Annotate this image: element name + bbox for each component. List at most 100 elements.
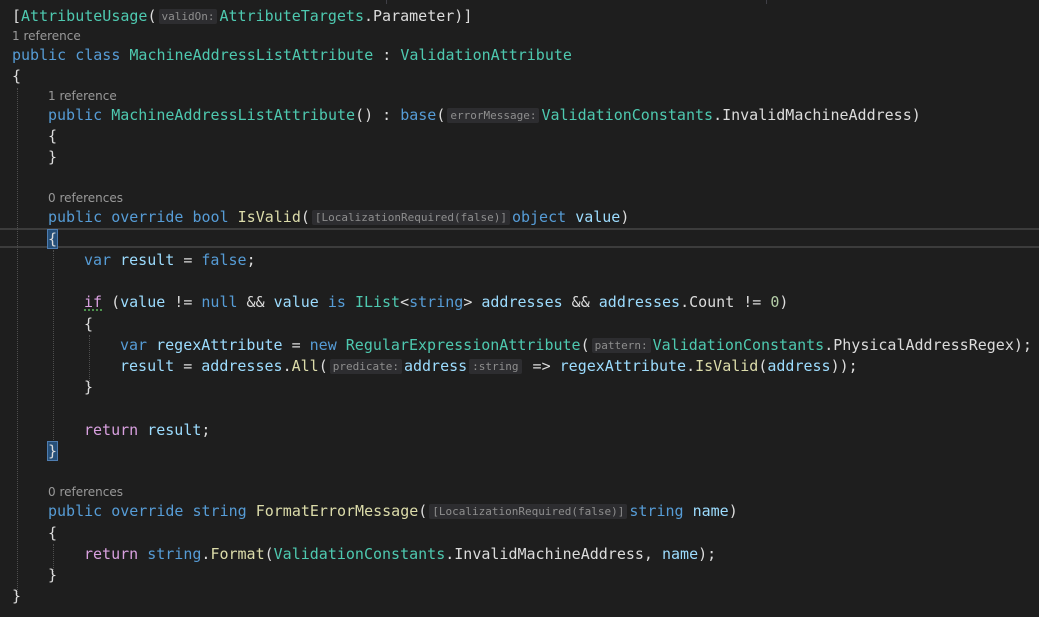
code-line-regex[interactable]: var regexAttribute = new RegularExpressi… bbox=[120, 335, 1032, 356]
code-line-brace[interactable]: } bbox=[48, 565, 57, 586]
member-access: .InvalidMachineAddress) bbox=[713, 106, 921, 124]
local-variable: result bbox=[120, 357, 175, 375]
operator: => bbox=[523, 357, 560, 375]
codelens-references[interactable]: 0 references bbox=[48, 190, 123, 206]
code-line-isvalid-signature[interactable]: public override bool IsValid([Localizati… bbox=[48, 207, 629, 228]
code-line-brace[interactable]: { bbox=[12, 66, 21, 87]
keyword: public bbox=[12, 46, 67, 64]
parameter: name bbox=[692, 502, 729, 520]
local-variable: addresses bbox=[598, 293, 681, 311]
type-name: ValidationConstants bbox=[273, 545, 446, 563]
dot: . bbox=[686, 357, 696, 375]
local-variable: addresses bbox=[481, 293, 563, 311]
keyword-if: if bbox=[84, 293, 103, 311]
brace: { bbox=[12, 67, 22, 85]
paren: ) bbox=[779, 293, 789, 311]
parameter: value bbox=[120, 293, 166, 311]
code-line-if[interactable]: if (value != null && value is IList<stri… bbox=[84, 292, 788, 313]
brace: { bbox=[48, 524, 58, 542]
code-line-constructor[interactable]: public MachineAddressListAttribute() : b… bbox=[48, 105, 921, 126]
attribute-name: AttributeUsage bbox=[21, 7, 148, 25]
paren: ( bbox=[102, 293, 121, 311]
local-variable: regexAttribute bbox=[156, 336, 283, 354]
paren: ( bbox=[580, 336, 590, 354]
code-line-brace[interactable]: { bbox=[46, 229, 59, 250]
code-line-var-result[interactable]: var result = false; bbox=[84, 250, 256, 271]
type-name: AttributeTargets bbox=[219, 7, 364, 25]
keyword: false bbox=[201, 251, 247, 269]
operator: && bbox=[237, 293, 274, 311]
operator: != bbox=[165, 293, 202, 311]
keyword: string bbox=[409, 293, 464, 311]
local-variable: addresses bbox=[201, 357, 283, 375]
statement-end: ); bbox=[1013, 336, 1032, 354]
code-line-brace[interactable]: } bbox=[84, 377, 93, 398]
codelens-references[interactable]: 0 references bbox=[48, 484, 123, 500]
paren: ) bbox=[620, 208, 630, 226]
keyword: new bbox=[309, 336, 337, 354]
code-line-brace[interactable]: { bbox=[84, 314, 93, 335]
colon: : bbox=[373, 106, 401, 124]
paren: ( bbox=[147, 7, 157, 25]
code-line-return[interactable]: return result; bbox=[84, 420, 210, 441]
keyword: object bbox=[511, 208, 567, 226]
keyword-return: return bbox=[84, 545, 139, 563]
local-variable: result bbox=[147, 421, 202, 439]
code-line-brace[interactable]: { bbox=[48, 523, 57, 544]
operator: != bbox=[734, 293, 771, 311]
parens: () bbox=[355, 106, 374, 124]
member-access: .Count bbox=[680, 293, 735, 311]
bracket-close: )] bbox=[454, 7, 473, 25]
matched-brace: } bbox=[46, 441, 59, 461]
code-line-class-declaration[interactable]: public class MachineAddressListAttribute… bbox=[12, 45, 572, 66]
parameter-hint: predicate: bbox=[329, 359, 402, 374]
bracket: [ bbox=[12, 7, 22, 25]
code-line-brace[interactable]: } bbox=[12, 586, 21, 607]
keyword-return: return bbox=[84, 421, 139, 439]
codelens-references[interactable]: 1 reference bbox=[48, 88, 117, 104]
current-line-highlight bbox=[0, 228, 1039, 248]
operator: > bbox=[463, 293, 482, 311]
local-variable: result bbox=[120, 251, 175, 269]
parameter-hint: validOn: bbox=[158, 9, 218, 24]
keyword: override bbox=[111, 502, 184, 520]
keyword: var bbox=[84, 251, 112, 269]
code-line-brace[interactable]: } bbox=[48, 147, 57, 168]
constructor-name: MachineAddressListAttribute bbox=[111, 106, 356, 124]
keyword: var bbox=[120, 336, 148, 354]
member-access: .PhysicalAddressRegex bbox=[824, 336, 1014, 354]
keyword: override bbox=[111, 208, 184, 226]
member-access: .InvalidMachineAddress, bbox=[445, 545, 662, 563]
code-editor[interactable]: [AttributeUsage(validOn: AttributeTargets… bbox=[0, 0, 1039, 617]
brace: } bbox=[12, 587, 22, 605]
dot: . bbox=[282, 357, 292, 375]
code-line-brace[interactable]: } bbox=[46, 441, 59, 462]
code-line-brace[interactable]: { bbox=[48, 126, 57, 147]
base-class-name: ValidationAttribute bbox=[400, 46, 572, 64]
keyword: public bbox=[48, 106, 103, 124]
keyword: is bbox=[327, 293, 346, 311]
code-line-result-all[interactable]: result = addresses.All(predicate: address… bbox=[120, 356, 858, 377]
code-line-attribute[interactable]: [AttributeUsage(validOn: AttributeTargets… bbox=[12, 6, 472, 27]
code-line-format-return[interactable]: return string.Format(ValidationConstants… bbox=[84, 544, 716, 565]
method-call: Format bbox=[210, 545, 265, 563]
type-name: ValidationConstants bbox=[652, 336, 825, 354]
keyword: class bbox=[75, 46, 121, 64]
method-name: FormatErrorMessage bbox=[255, 502, 419, 520]
method-call: All bbox=[291, 357, 319, 375]
paren: ( bbox=[264, 545, 274, 563]
semicolon: ; bbox=[246, 251, 256, 269]
keyword: public bbox=[48, 502, 103, 520]
keyword: base bbox=[400, 106, 437, 124]
operator: = bbox=[282, 336, 310, 354]
brace: { bbox=[84, 315, 94, 333]
indent-guide bbox=[53, 250, 54, 446]
parameter: value bbox=[575, 208, 621, 226]
statement-end: ); bbox=[698, 545, 717, 563]
paren: ( bbox=[300, 208, 310, 226]
code-line-format-signature[interactable]: public override string FormatErrorMessag… bbox=[48, 501, 738, 522]
brace: } bbox=[48, 148, 58, 166]
codelens-references[interactable]: 1 reference bbox=[12, 28, 81, 44]
parameter: name bbox=[662, 545, 699, 563]
paren: ( bbox=[418, 502, 428, 520]
